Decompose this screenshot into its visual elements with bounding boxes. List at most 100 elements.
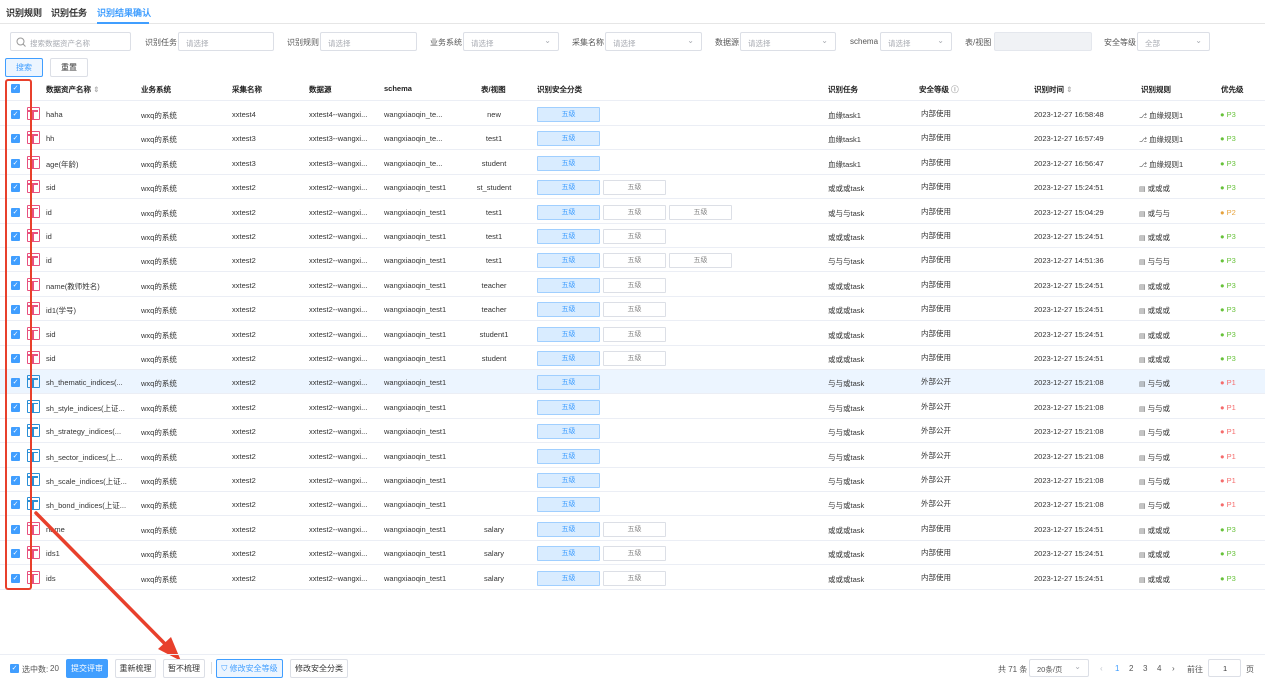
table-row[interactable]: ✓ name(教师姓名) wxq的系统 xxtest2 xxtest2--wangxi.… — [0, 273, 1265, 297]
filter-table-input[interactable] — [994, 32, 1092, 51]
cell-name[interactable]: ids — [46, 574, 56, 583]
recomb-button[interactable]: 重新梳理 — [115, 659, 156, 678]
cell-name[interactable]: sid — [46, 354, 56, 363]
search-button[interactable]: 搜索 — [5, 58, 43, 77]
cell-name[interactable]: sh_scale_indices(上证... — [46, 476, 127, 487]
sort-icon[interactable]: ⇕ — [93, 85, 99, 94]
page-1[interactable]: 1 — [1115, 664, 1119, 673]
table-row[interactable]: ✓ id1(学号) wxq的系统 xxtest2 xxtest2--wangxi... w… — [0, 297, 1265, 322]
cell-rule[interactable]: ▤ 与与或 — [1139, 500, 1170, 511]
table-row[interactable]: ✓ ids1 wxq的系统 xxtest2 xxtest2--wangxi... wang… — [0, 541, 1265, 566]
cell-rule[interactable]: ▤ 或与与 — [1139, 208, 1170, 219]
table-row[interactable]: ✓ sh_scale_indices(上证... wxq的系统 xxtest2 xxte… — [0, 468, 1265, 492]
table-row[interactable]: ✓ sh_bond_indices(上证... wxq的系统 xxtest2 xxtes… — [0, 492, 1265, 517]
footer-select-checkbox[interactable]: ✓ — [10, 664, 19, 673]
cls-tag[interactable]: 五级 — [603, 204, 666, 220]
cls-tag[interactable]: 五级 — [537, 448, 600, 464]
cell-rule[interactable]: ▤ 或或或 — [1139, 525, 1170, 536]
table-row[interactable]: ✓ sid wxq的系统 xxtest2 xxtest2--wangxi... wangx… — [0, 175, 1265, 200]
modify-level-button[interactable]: ⛉ 修改安全等级 — [216, 659, 283, 678]
cls-tag[interactable]: 五级 — [537, 155, 600, 171]
col-name-header[interactable]: 数据资产名称 ⇕ — [46, 84, 99, 95]
table-row[interactable]: ✓ id wxq的系统 xxtest2 xxtest2--wangxi... wangxi… — [0, 224, 1265, 248]
sort-icon[interactable]: ⇕ — [1066, 85, 1072, 94]
page-4[interactable]: 4 — [1157, 664, 1161, 673]
cls-tag[interactable]: 五级 — [603, 521, 666, 537]
tab-result-confirm[interactable]: 识别结果确认 — [97, 6, 151, 19]
cls-tag[interactable]: 五级 — [603, 302, 666, 318]
cell-rule[interactable]: ⎇ 血缘规则1 — [1139, 110, 1183, 121]
cls-tag[interactable]: 五级 — [537, 424, 600, 440]
table-row[interactable]: ✓ sid wxq的系统 xxtest2 xxtest2--wangxi... wangx… — [0, 322, 1265, 346]
cell-name[interactable]: hh — [46, 134, 54, 143]
filter-ds-select[interactable]: 请选择 ⌄ — [740, 32, 836, 51]
table-row[interactable]: ✓ sh_strategy_indices(... wxq的系统 xxtest2 xxt… — [0, 419, 1265, 444]
cell-rule[interactable]: ▤ 与与或 — [1139, 427, 1170, 438]
cls-tag[interactable]: 五级 — [603, 326, 666, 342]
reset-button[interactable]: 重置 — [50, 58, 88, 77]
skip-button[interactable]: 暂不梳理 — [163, 659, 205, 678]
cls-tag[interactable]: 五级 — [603, 180, 666, 196]
cls-tag[interactable]: 五级 — [603, 351, 666, 366]
cell-rule[interactable]: ▤ 与与或 — [1139, 476, 1170, 487]
cell-name[interactable]: sh_style_indices(上证... — [46, 403, 125, 414]
cls-tag[interactable]: 五级 — [537, 473, 600, 488]
cell-rule[interactable]: ▤ 或或或 — [1139, 330, 1170, 341]
cls-tag[interactable]: 五级 — [537, 107, 600, 122]
cls-tag[interactable]: 五级 — [537, 570, 600, 586]
cell-name[interactable]: age(年龄) — [46, 159, 79, 170]
modify-cls-button[interactable]: 修改安全分类 — [290, 659, 348, 678]
filter-collect-select[interactable]: 请选择 ⌄ — [605, 32, 702, 51]
table-row[interactable]: ✓ id wxq的系统 xxtest2 xxtest2--wangxi... wangxi… — [0, 200, 1265, 224]
table-row[interactable]: ✓ haha wxq的系统 xxtest4 xxtest4--wangxi... wang… — [0, 102, 1265, 126]
filter-biz-select[interactable]: 请选择 ⌄ — [463, 32, 559, 51]
filter-schema-select[interactable]: 请选择 ⌄ — [880, 32, 952, 51]
table-row[interactable]: ✓ name wxq的系统 xxtest2 xxtest2--wangxi... wang… — [0, 517, 1265, 541]
cell-rule[interactable]: ▤ 与与或 — [1139, 403, 1170, 414]
cls-tag[interactable]: 五级 — [537, 180, 600, 196]
filter-task-select[interactable]: 请选择 — [178, 32, 274, 51]
page-2[interactable]: 2 — [1129, 664, 1133, 673]
page-size-select[interactable]: 20条/页 ⌄ — [1029, 659, 1089, 677]
cell-rule[interactable]: ⎇ 血缘规则1 — [1139, 159, 1183, 170]
goto-page-input[interactable]: 1 — [1208, 659, 1241, 677]
cls-tag[interactable]: 五级 — [537, 326, 600, 342]
table-row[interactable]: ✓ sh_style_indices(上证... wxq的系统 xxtest2 xxte… — [0, 395, 1265, 419]
cls-tag[interactable]: 五级 — [603, 570, 666, 586]
cls-tag[interactable]: 五级 — [537, 131, 600, 147]
tab-rules[interactable]: 识别规则 — [6, 6, 42, 19]
page-3[interactable]: 3 — [1143, 664, 1147, 673]
cell-name[interactable]: sid — [46, 330, 56, 339]
tab-tasks[interactable]: 识别任务 — [51, 6, 87, 19]
cell-name[interactable]: id1(学号) — [46, 305, 76, 316]
cell-name[interactable]: id — [46, 256, 52, 265]
next-page-icon[interactable]: › — [1172, 664, 1175, 673]
cls-tag[interactable]: 五级 — [537, 302, 600, 318]
cls-tag[interactable]: 五级 — [537, 521, 600, 537]
cell-rule[interactable]: ▤ 或或或 — [1139, 354, 1170, 365]
cell-name[interactable]: sh_strategy_indices(... — [46, 427, 121, 436]
cell-name[interactable]: id — [46, 232, 52, 241]
cell-rule[interactable]: ▤ 或或或 — [1139, 549, 1170, 560]
cls-tag[interactable]: 五级 — [537, 229, 600, 244]
cell-name[interactable]: sid — [46, 183, 56, 192]
table-row[interactable]: ✓ sid wxq的系统 xxtest2 xxtest2--wangxi... wangx… — [0, 346, 1265, 370]
cell-name[interactable]: sh_bond_indices(上证... — [46, 500, 126, 511]
cls-tag[interactable]: 五级 — [537, 351, 600, 366]
table-row[interactable]: ✓ ids wxq的系统 xxtest2 xxtest2--wangxi... wangx… — [0, 566, 1265, 590]
cell-name[interactable]: id — [46, 208, 52, 217]
cls-tag[interactable]: 五级 — [537, 375, 600, 391]
table-row[interactable]: ✓ age(年龄) wxq的系统 xxtest3 xxtest3--wangxi... w… — [0, 151, 1265, 175]
cell-name[interactable]: name(教师姓名) — [46, 281, 100, 292]
cell-rule[interactable]: ▤ 或或或 — [1139, 281, 1170, 292]
cls-tag[interactable]: 五级 — [603, 277, 666, 293]
cls-tag[interactable]: 五级 — [669, 204, 732, 220]
prev-page-icon[interactable]: ‹ — [1100, 664, 1103, 673]
cell-rule[interactable]: ▤ 或或或 — [1139, 574, 1170, 585]
cell-rule[interactable]: ▤ 或或或 — [1139, 183, 1170, 194]
cell-rule[interactable]: ▤ 与与或 — [1139, 378, 1170, 389]
cell-name[interactable]: name — [46, 525, 65, 534]
table-row[interactable]: ✓ sh_thematic_indices(... wxq的系统 xxtest2 xxt… — [0, 370, 1265, 395]
filter-level-select[interactable]: 全部 ⌄ — [1137, 32, 1210, 51]
cls-tag[interactable]: 五级 — [537, 253, 600, 269]
